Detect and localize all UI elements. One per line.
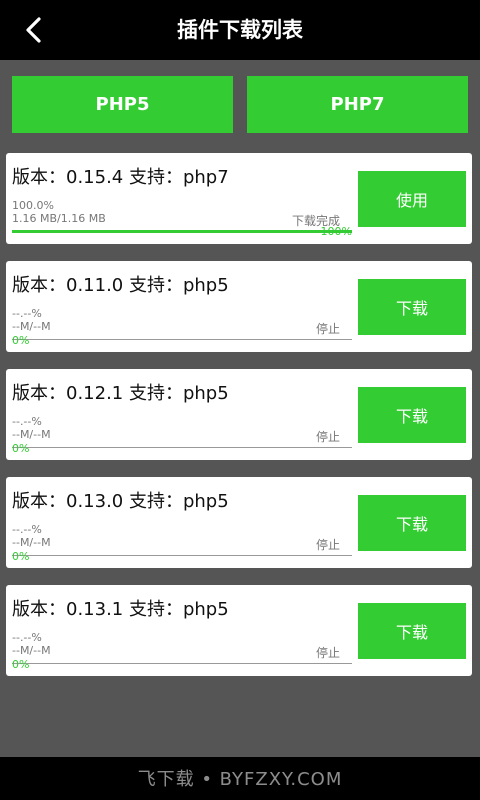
download-percent: --.--% (12, 415, 42, 428)
progress-track (12, 230, 352, 233)
download-button[interactable]: 下载 (358, 603, 466, 659)
progress-track (12, 447, 352, 448)
plugin-version: 版本：0.13.0 支持：php5 (12, 491, 229, 512)
download-status: 停止 (315, 538, 340, 552)
download-size: --M/--M (12, 428, 51, 441)
download-status: 停止 (315, 646, 340, 660)
watermark-text: 飞下载 • BYFZXY.COM (137, 769, 343, 790)
download-percent: --.--% (12, 631, 42, 644)
download-size: --M/--M (12, 644, 51, 657)
php-filter-tabs: PHP5 PHP7 (12, 76, 468, 133)
download-status: 停止 (315, 322, 340, 336)
download-size: --M/--M (12, 320, 51, 333)
plugin-version: 版本：0.15.4 支持：php7 (12, 167, 229, 188)
tab-php5[interactable]: PHP5 (12, 76, 233, 133)
plugin-card: 版本：0.11.0 支持：php5 --.--% --M/--M 停止 0% 下… (6, 261, 472, 352)
page-title: 插件下载列表 (177, 18, 303, 42)
watermark: 飞下载 • BYFZXY.COM (0, 765, 480, 791)
plugin-card: 版本：0.13.1 支持：php5 --.--% --M/--M 停止 0% 下… (6, 585, 472, 676)
progress-track (12, 555, 352, 556)
download-button[interactable]: 下载 (358, 495, 466, 551)
top-bar: 插件下载列表 (0, 0, 480, 60)
plugin-version: 版本：0.11.0 支持：php5 (12, 275, 229, 296)
download-status: 停止 (315, 430, 340, 444)
download-button[interactable]: 下载 (358, 279, 466, 335)
plugin-version: 版本：0.13.1 支持：php5 (12, 599, 229, 620)
plugin-card: 版本：0.12.1 支持：php5 --.--% --M/--M 停止 0% 下… (6, 369, 472, 460)
progress-label: 100% (320, 225, 352, 238)
progress-track (12, 663, 352, 664)
bottom-bar: 飞下载 • BYFZXY.COM (0, 757, 480, 800)
progress-fill (12, 230, 352, 233)
download-size: --M/--M (12, 536, 51, 549)
progress-label: 0% (12, 550, 30, 563)
download-percent: 100.0% (12, 199, 54, 212)
download-percent: --.--% (12, 523, 42, 536)
download-percent: --.--% (12, 307, 42, 320)
use-button[interactable]: 使用 (358, 171, 466, 227)
progress-label: 0% (12, 442, 30, 455)
tab-php7[interactable]: PHP7 (247, 76, 468, 133)
plugin-card: 版本：0.15.4 支持：php7 100.0% 1.16 MB/1.16 MB… (6, 153, 472, 244)
progress-track (12, 339, 352, 340)
plugin-card: 版本：0.13.0 支持：php5 --.--% --M/--M 停止 0% 下… (6, 477, 472, 568)
download-button[interactable]: 下载 (358, 387, 466, 443)
download-size: 1.16 MB/1.16 MB (12, 212, 106, 225)
progress-label: 0% (12, 334, 30, 347)
plugin-version: 版本：0.12.1 支持：php5 (12, 383, 229, 404)
progress-label: 0% (12, 658, 30, 671)
